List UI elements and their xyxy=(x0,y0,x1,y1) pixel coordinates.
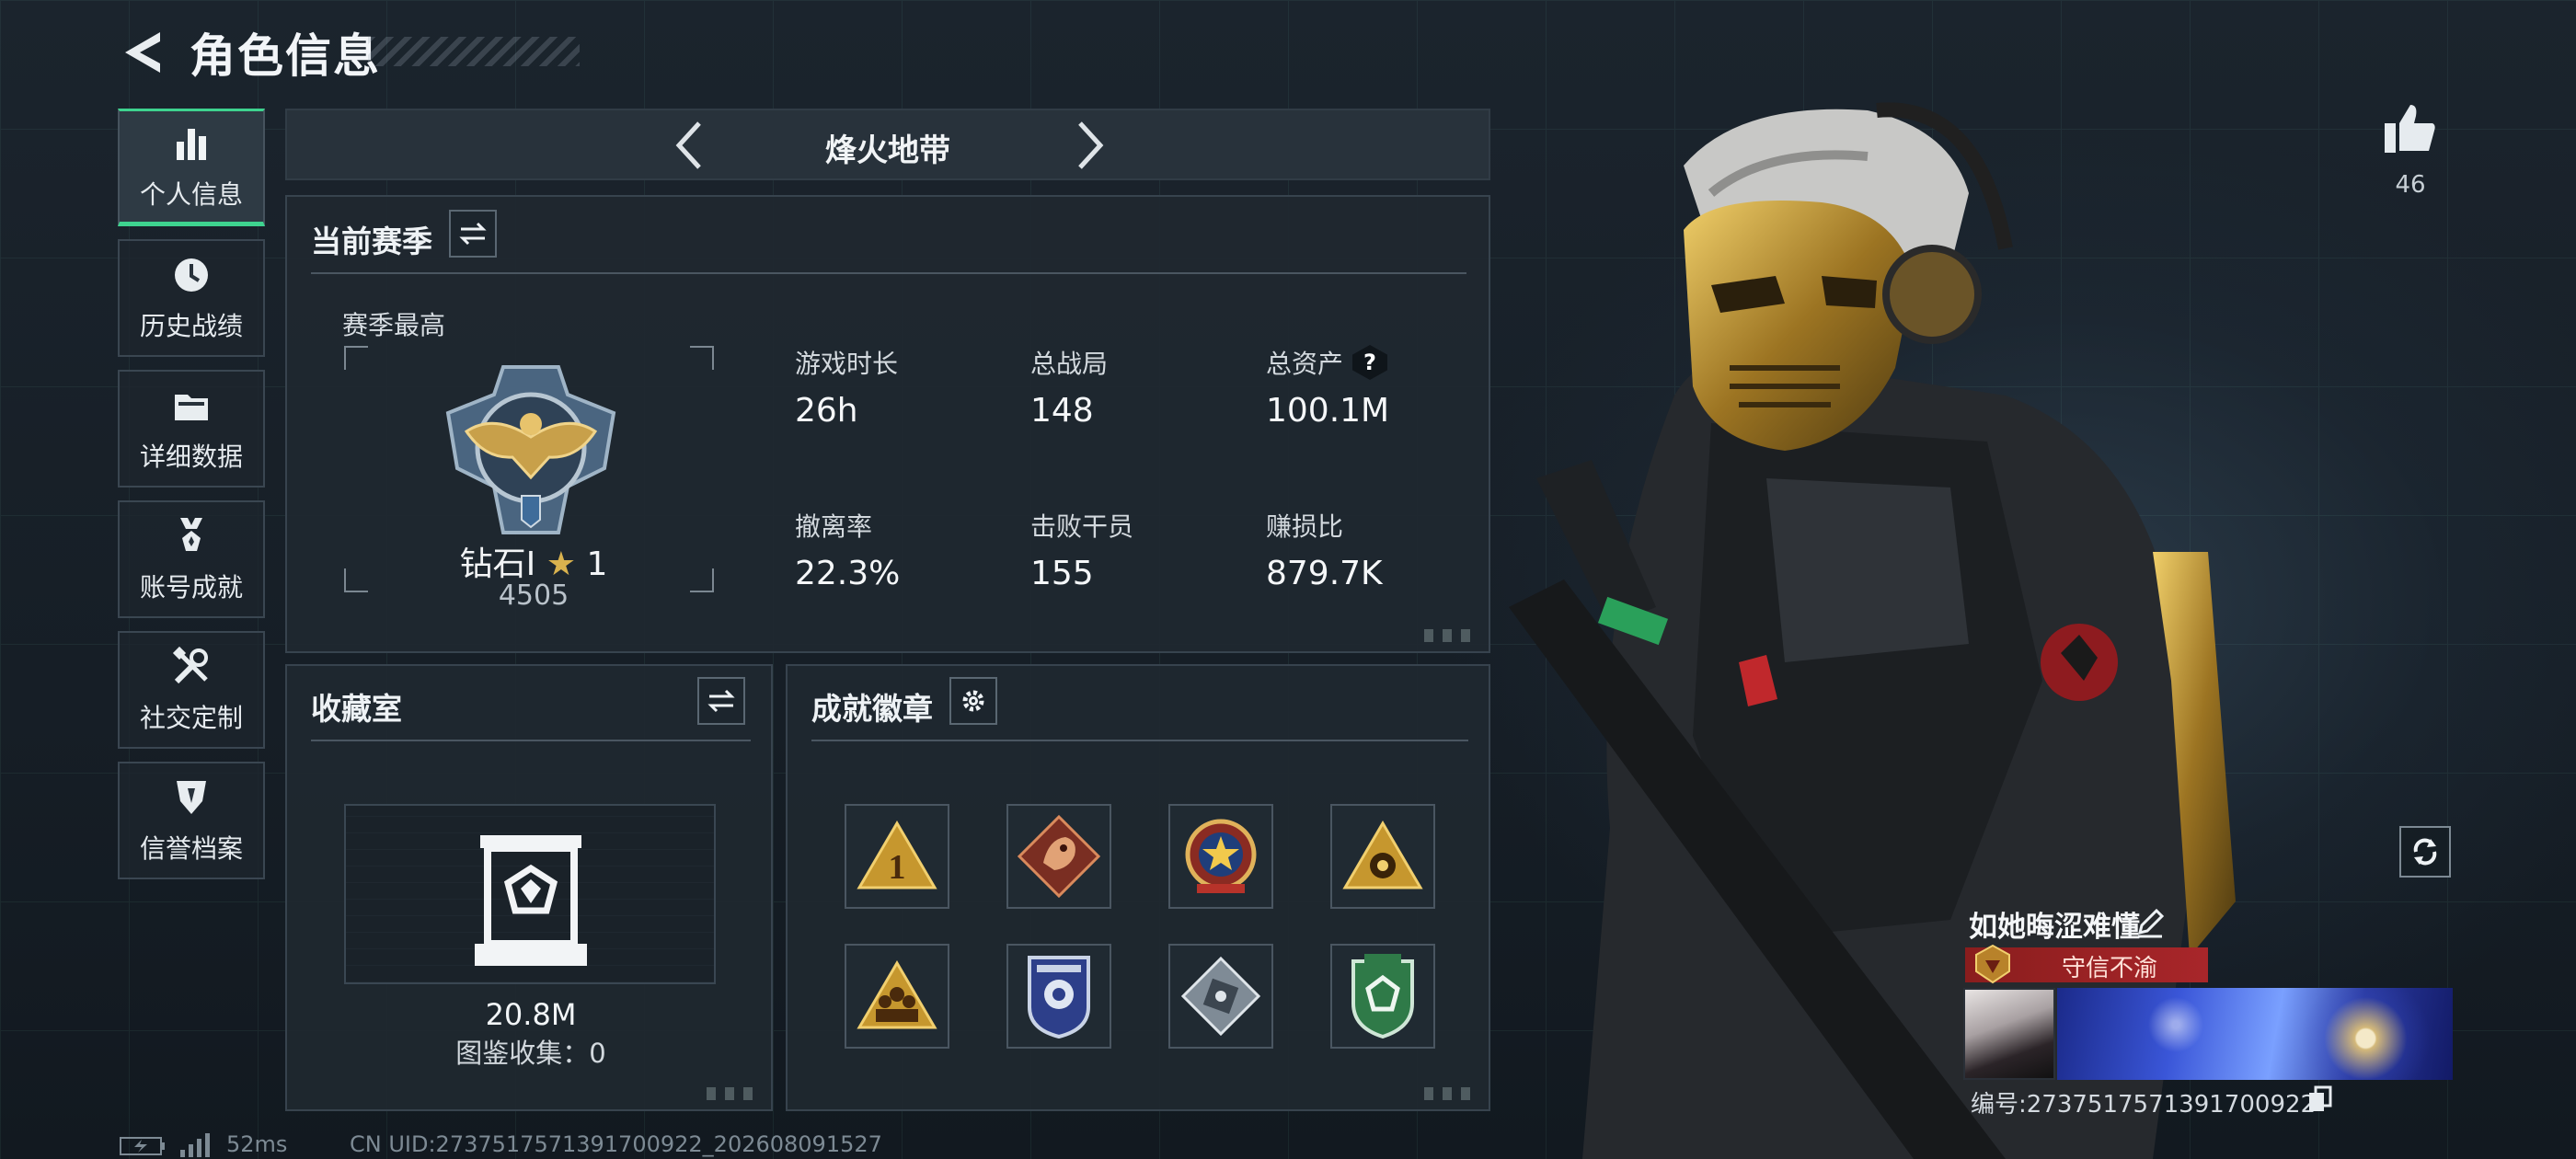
collection-value: 20.8M xyxy=(485,997,577,1032)
stat-total-matches: 总战局 148 xyxy=(1030,349,1109,430)
badge-slot[interactable]: 1 xyxy=(845,804,949,909)
divider xyxy=(311,740,751,741)
badge-slot[interactable] xyxy=(1006,944,1111,1049)
divider xyxy=(811,740,1468,741)
battery-icon xyxy=(120,1137,165,1155)
badges-title: 成就徽章 xyxy=(811,691,933,727)
thumbs-up-icon xyxy=(2385,105,2435,153)
rank-one-badge-icon: 1 xyxy=(857,820,937,889)
bar-chart-icon xyxy=(177,129,206,160)
title-stripes-decoration xyxy=(368,37,580,66)
badge-slot[interactable] xyxy=(1168,804,1273,909)
diamond-rank-badge-icon xyxy=(445,365,616,534)
header: 角色信息 xyxy=(120,22,381,83)
safe-badge-icon xyxy=(1180,956,1261,1037)
corner-decoration xyxy=(707,1087,762,1100)
dragon-badge-icon xyxy=(1018,815,1100,898)
stat-operators-defeated: 击败干员 155 xyxy=(1030,511,1134,592)
stat-play-time: 游戏时长 26h xyxy=(795,349,899,430)
uid-text: CN UID:2737517571391700922_202608091527 xyxy=(350,1131,882,1157)
sidebar-item-label: 信誉档案 xyxy=(139,833,243,864)
mode-selector: 烽火地带 xyxy=(285,109,1490,180)
tools-icon xyxy=(172,646,208,684)
season-switch-button[interactable] xyxy=(449,210,497,258)
folder-icon xyxy=(175,395,208,420)
profile-banner[interactable] xyxy=(2057,988,2453,1080)
divider xyxy=(311,272,1466,274)
collection-panel: 收藏室 20.8M 图鉴收集：0 xyxy=(285,664,773,1111)
police-badge-icon xyxy=(1028,956,1090,1039)
season-best-label: 赛季最高 xyxy=(342,310,446,340)
vault-display-case-icon xyxy=(475,835,587,966)
swap-icon xyxy=(459,222,487,246)
back-arrow-icon[interactable] xyxy=(120,29,164,76)
swap-icon xyxy=(707,689,735,713)
like-count: 46 xyxy=(2395,171,2426,199)
sidebar-item-social[interactable]: 社交定制 xyxy=(118,631,265,749)
help-icon[interactable]: ? xyxy=(1352,345,1388,380)
sidebar-item-history[interactable]: 历史战绩 xyxy=(118,239,265,357)
green-shield-badge-icon xyxy=(1351,954,1414,1039)
badge-slot[interactable] xyxy=(1168,944,1273,1049)
sidebar: 个人信息 历史战绩 详细数据 账号成就 社交定制 信誉档案 xyxy=(118,109,265,892)
badge-slot[interactable] xyxy=(845,944,949,1049)
page-title: 角色信息 xyxy=(190,29,381,83)
rank-score: 4505 xyxy=(498,580,569,612)
badges-settings-button[interactable] xyxy=(949,677,997,725)
catalog-collection: 图鉴收集：0 xyxy=(455,1038,606,1069)
edit-pencil-icon xyxy=(2137,908,2165,938)
sidebar-item-achievements[interactable]: 账号成就 xyxy=(118,500,265,618)
squad-badge-icon xyxy=(857,960,937,1029)
collection-switch-button[interactable] xyxy=(697,677,745,725)
sidebar-item-label: 详细数据 xyxy=(139,442,243,472)
clock-icon xyxy=(175,258,208,292)
medal-icon xyxy=(180,518,202,551)
shield-icon xyxy=(177,781,206,814)
player-name: 如她晦涩难懂 xyxy=(1969,911,2140,944)
season-title: 当前赛季 xyxy=(311,224,432,259)
sidebar-item-label: 历史战绩 xyxy=(139,311,243,341)
badge-slot[interactable] xyxy=(1330,804,1435,909)
ping-value: 52ms xyxy=(226,1131,288,1157)
honor-title: 守信不渝 xyxy=(2061,955,2157,982)
copy-icon xyxy=(2309,1085,2332,1111)
sidebar-item-detailed-data[interactable]: 详细数据 xyxy=(118,370,265,488)
gear-icon xyxy=(962,690,984,712)
sidebar-item-personal-info[interactable]: 个人信息 xyxy=(118,109,265,226)
sidebar-item-reputation[interactable]: 信誉档案 xyxy=(118,762,265,879)
star-emblem-badge-icon xyxy=(1185,819,1257,893)
season-panel: 当前赛季 赛季最高 钻石Ⅰ ★ 1 4505 游戏时长 26h 总战局 148 … xyxy=(285,195,1490,653)
honor-emblem-icon xyxy=(1975,944,2010,984)
collection-title: 收藏室 xyxy=(311,691,402,727)
badge-slot[interactable] xyxy=(1006,804,1111,909)
achievement-badges-panel: 成就徽章 1 xyxy=(786,664,1490,1111)
sidebar-item-label: 个人信息 xyxy=(139,179,243,210)
refresh-icon xyxy=(2413,838,2437,866)
mode-title: 烽火地带 xyxy=(825,132,950,169)
chevron-right-icon[interactable] xyxy=(1060,118,1115,173)
eye-triangle-badge-icon xyxy=(1342,820,1423,889)
sidebar-item-label: 账号成就 xyxy=(139,572,243,602)
avatar[interactable] xyxy=(1963,988,2055,1080)
stat-extraction-rate: 撤离率 22.3% xyxy=(795,511,901,592)
star-icon: ★ xyxy=(546,545,576,583)
refresh-appearance-button[interactable] xyxy=(2399,826,2451,878)
badge-slot[interactable] xyxy=(1330,944,1435,1049)
signal-strength-icon xyxy=(180,1133,210,1157)
rank-name: 钻石Ⅰ ★ 1 xyxy=(459,545,608,583)
sidebar-item-label: 社交定制 xyxy=(139,703,243,733)
player-id: 编号:2737517571391700922 xyxy=(1971,1091,2317,1119)
svg-text:1: 1 xyxy=(889,848,906,887)
